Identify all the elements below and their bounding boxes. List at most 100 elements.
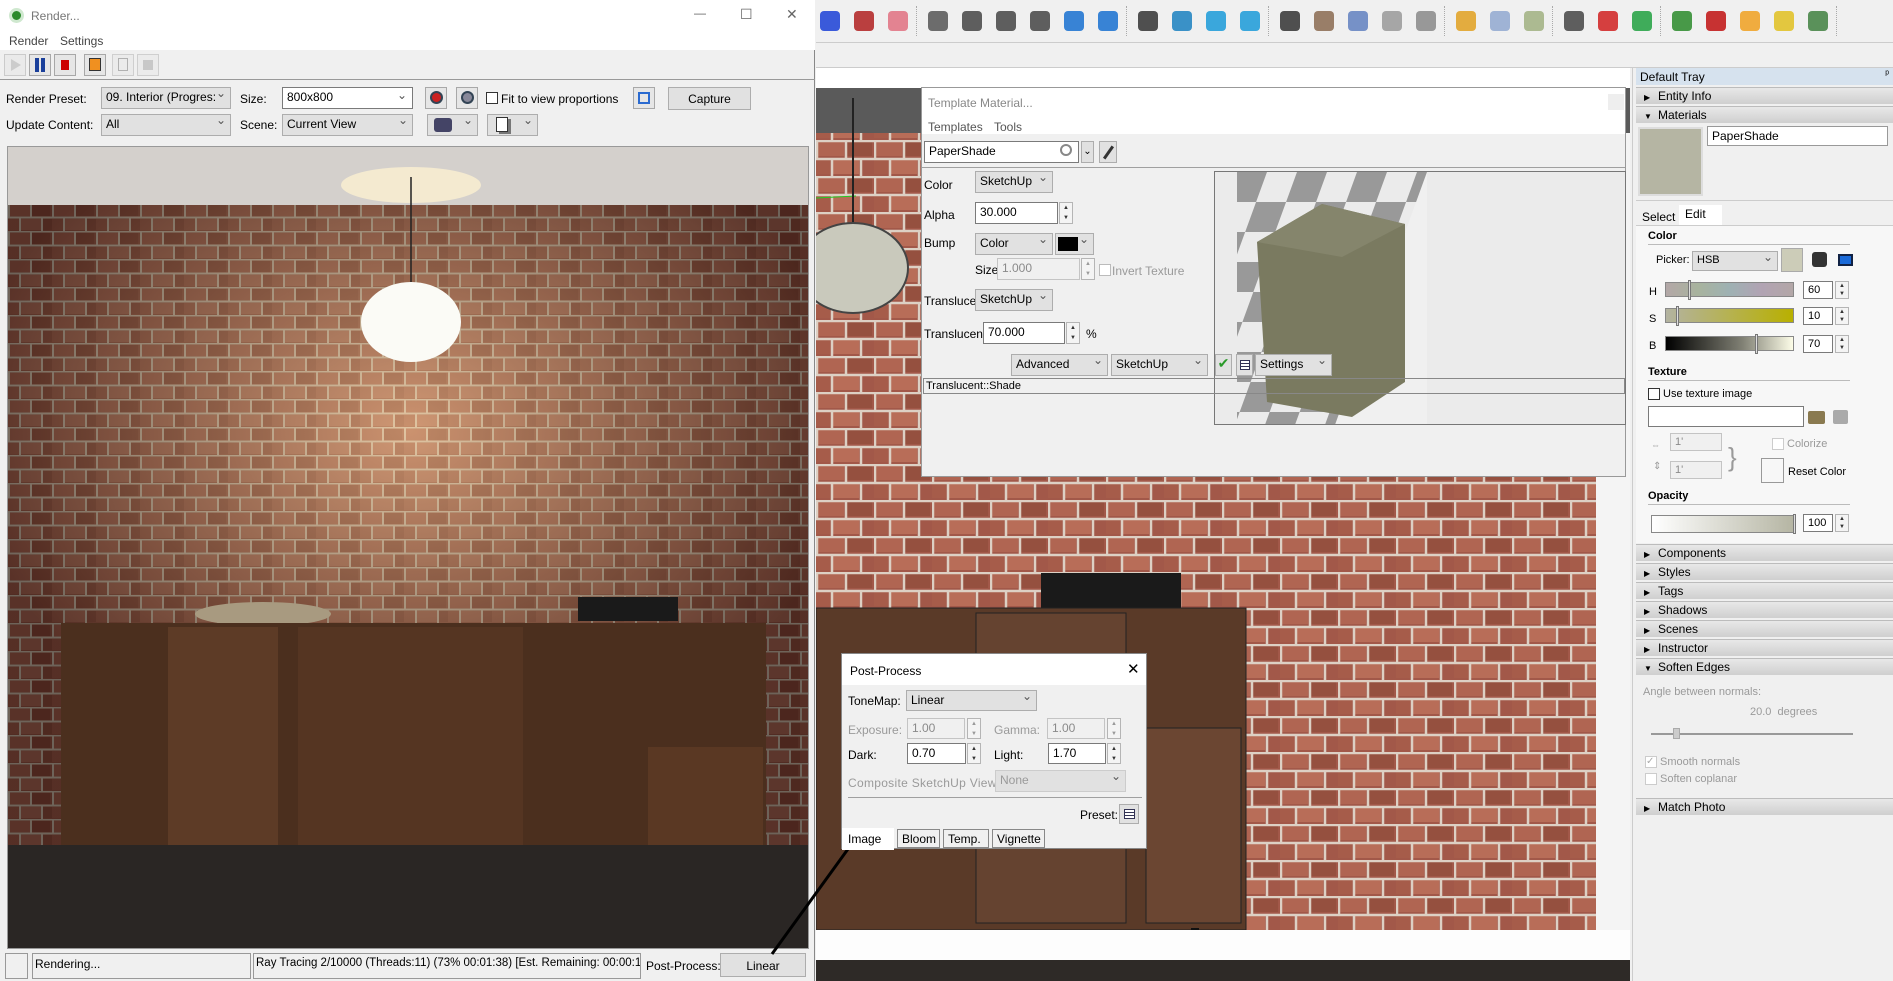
gamma-spinner[interactable]: ▲ ▼ [1107, 718, 1121, 739]
clapper-icon[interactable] [1138, 11, 1158, 31]
apply-button[interactable]: ✔ [1215, 354, 1232, 376]
cube-select-icon[interactable] [1240, 11, 1260, 31]
minimize-button[interactable]: — [694, 6, 706, 20]
sliders-icon[interactable] [1206, 11, 1226, 31]
color-match-screen-icon[interactable] [1838, 254, 1853, 266]
list-button[interactable] [1236, 354, 1253, 376]
tm-translucence-input[interactable]: 70.000 [983, 322, 1065, 344]
opacity-input[interactable]: 100 [1803, 514, 1833, 532]
shaded-box-icon[interactable] [1524, 11, 1544, 31]
mesh-icon[interactable] [1632, 11, 1652, 31]
blue-box2-icon[interactable] [1098, 11, 1118, 31]
h-spinner[interactable]: ▲ ▼ [1835, 281, 1849, 299]
tm-engine-select[interactable]: SketchUp [1111, 354, 1208, 376]
menu-settings[interactable]: Settings [60, 34, 103, 48]
tm-color-select[interactable]: SketchUp [975, 171, 1053, 193]
export-button[interactable] [137, 54, 159, 76]
pp-tab-temp[interactable]: Temp. [943, 829, 989, 848]
tm-close-button[interactable] [1608, 94, 1624, 110]
monitor-icon[interactable] [1172, 11, 1192, 31]
documents-dropdown[interactable] [487, 114, 538, 136]
exposure-spinner[interactable]: ▲ ▼ [967, 718, 981, 739]
angle-slider-thumb[interactable] [1673, 728, 1680, 739]
paint-icon[interactable] [1808, 11, 1828, 31]
panel-styles[interactable]: ▶ Styles [1636, 563, 1893, 580]
group-icon[interactable] [928, 11, 948, 31]
hue-slider-thumb[interactable] [1687, 280, 1691, 300]
tm-mode-select[interactable]: Advanced [1011, 354, 1108, 376]
tab-edit[interactable]: Edit [1679, 205, 1722, 226]
material-name-input[interactable]: PaperShade [1707, 126, 1888, 146]
current-color-swatch[interactable] [1781, 248, 1803, 272]
blue-box-icon[interactable] [1064, 11, 1084, 31]
panel-components[interactable]: ▶ Components [1636, 544, 1893, 561]
gamma-input[interactable]: 1.00 [1047, 718, 1105, 739]
saturation-slider[interactable] [1665, 306, 1794, 326]
hue-slider[interactable] [1665, 280, 1794, 300]
exposure-input[interactable]: 1.00 [907, 718, 965, 739]
texture-edit-icon[interactable] [1833, 410, 1848, 424]
undo-icon[interactable] [854, 11, 874, 31]
dark-input[interactable]: 0.70 [907, 743, 966, 764]
opacity-slider[interactable] [1651, 514, 1796, 534]
panel-shadows[interactable]: ▶ Shadows [1636, 601, 1893, 618]
pencil-icon[interactable] [1774, 11, 1794, 31]
s-input[interactable]: 10 [1803, 307, 1833, 325]
tm-bump-select[interactable]: Color [975, 233, 1053, 255]
pp-tab-bloom[interactable]: Bloom [897, 829, 940, 848]
redo-icon[interactable] [820, 11, 840, 31]
browse-folder-icon[interactable] [1808, 411, 1825, 424]
fit-to-view-checkbox[interactable] [486, 92, 498, 104]
tm-alpha-input[interactable]: 30.000 [975, 202, 1058, 224]
pause-button[interactable] [29, 54, 51, 76]
pp-tab-image[interactable]: Image [842, 828, 894, 850]
texture-height-input[interactable]: 1' [1670, 461, 1722, 479]
view-front-icon[interactable] [1348, 11, 1368, 31]
route-icon[interactable] [1598, 11, 1618, 31]
size-combo[interactable]: 800x800 ⌄ [282, 87, 413, 109]
panel-match-photo[interactable]: ▶ Match Photo [1636, 798, 1893, 815]
tm-size-spinner[interactable]: ▲ ▼ [1081, 258, 1095, 280]
play-button[interactable] [4, 54, 26, 76]
opacity-spinner[interactable]: ▲ ▼ [1835, 514, 1849, 532]
aspect-lock-icon[interactable]: } [1728, 444, 1737, 470]
composite-select[interactable]: None [995, 770, 1126, 792]
b-spinner[interactable]: ▲ ▼ [1835, 335, 1849, 353]
view-iso-icon[interactable] [1280, 11, 1300, 31]
material-search-input[interactable]: PaperShade [924, 141, 1079, 163]
save-image-button[interactable] [84, 54, 106, 76]
tm-alpha-spinner[interactable]: ▲ ▼ [1059, 202, 1073, 224]
panel-instructor[interactable]: ▶ Instructor [1636, 639, 1893, 656]
saturation-slider-thumb[interactable] [1676, 306, 1680, 326]
texture-width-input[interactable]: 1' [1670, 433, 1722, 451]
angle-slider[interactable] [1651, 728, 1853, 739]
brightness-slider[interactable] [1665, 334, 1794, 354]
brightness-slider-thumb[interactable] [1754, 334, 1758, 354]
scene-select[interactable]: Current View [282, 114, 413, 136]
section-icon[interactable] [962, 11, 982, 31]
tab-select[interactable]: Select [1640, 207, 1677, 227]
tm-menu-tools[interactable]: Tools [994, 120, 1022, 134]
update-content-select[interactable]: All [101, 114, 231, 136]
panel-materials[interactable]: ▼ Materials [1636, 106, 1893, 123]
b-input[interactable]: 70 [1803, 335, 1833, 353]
colorize-checkbox[interactable] [1772, 438, 1784, 450]
tm-menu-templates[interactable]: Templates [928, 120, 983, 134]
panel-entity-info[interactable]: ▶ Entity Info [1636, 87, 1893, 104]
zoom-out-icon[interactable] [456, 87, 478, 109]
sun-icon[interactable] [1740, 11, 1760, 31]
pp-close-button[interactable]: ✕ [1127, 660, 1140, 678]
region-select-icon[interactable] [633, 87, 655, 109]
tonemap-select[interactable]: Linear [906, 690, 1037, 711]
panel-soften-edges[interactable]: ▼ Soften Edges [1636, 658, 1893, 675]
tm-translucence-spinner[interactable]: ▲ ▼ [1066, 322, 1080, 344]
render-record-icon[interactable] [1706, 11, 1726, 31]
use-texture-checkbox[interactable] [1648, 388, 1660, 400]
wire-box-icon[interactable] [1490, 11, 1510, 31]
pp-tab-vignette[interactable]: Vignette [992, 829, 1045, 848]
copy-image-button[interactable] [112, 54, 134, 76]
view-top-icon[interactable] [1314, 11, 1334, 31]
zoom-in-icon[interactable] [425, 87, 447, 109]
panel-scenes[interactable]: ▶ Scenes [1636, 620, 1893, 637]
camera-dropdown[interactable] [427, 114, 478, 136]
